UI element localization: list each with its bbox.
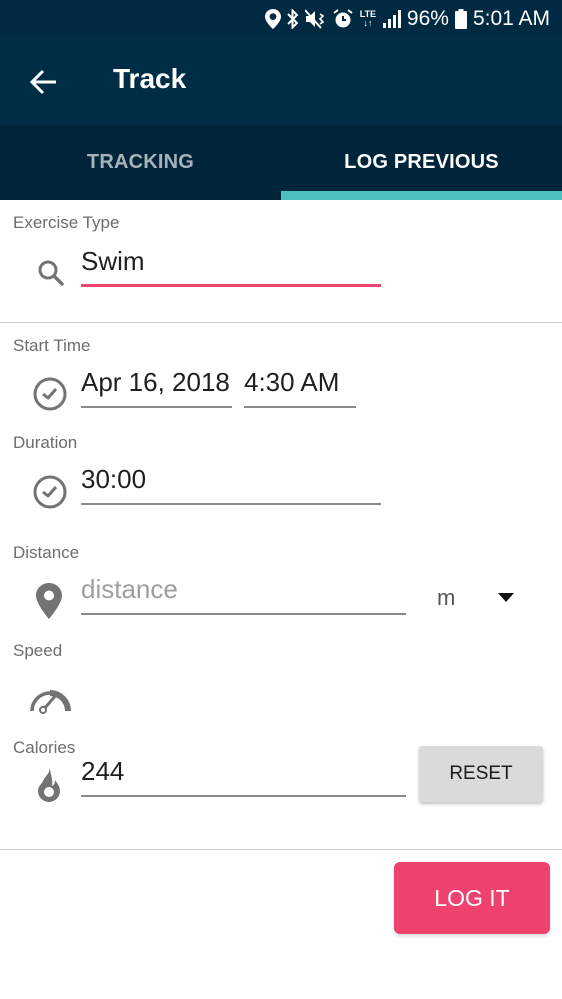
duration-value: 30:00: [81, 464, 147, 494]
input-underline: [244, 406, 356, 408]
exercise-type-value: Swim: [81, 246, 145, 276]
battery-percent: 96%: [406, 7, 449, 30]
distance-label: Distance: [13, 543, 80, 562]
clock-icon: [32, 474, 68, 515]
tab-tracking[interactable]: TRACKING: [0, 125, 281, 200]
tab-log-previous[interactable]: LOG PREVIOUS: [281, 125, 562, 200]
log-it-button[interactable]: LOG IT: [394, 862, 550, 934]
mute-vibrate-icon: [304, 9, 327, 29]
start-time-input[interactable]: 4:30 AM: [244, 366, 356, 408]
section-divider: [0, 849, 562, 850]
reset-button[interactable]: RESET: [419, 746, 543, 802]
app-bar: Track: [0, 38, 562, 125]
status-bar: LTE ↓↑ 96% 5:01 AM: [0, 0, 562, 38]
bluetooth-icon: [287, 9, 299, 29]
network-type: LTE: [359, 9, 377, 19]
flame-icon: [34, 767, 64, 808]
calories-input[interactable]: 244: [81, 755, 406, 797]
search-icon: [36, 258, 66, 293]
section-divider: [0, 322, 562, 323]
exercise-type-input[interactable]: Swim: [81, 245, 381, 287]
distance-placeholder: distance: [81, 574, 178, 604]
lte-icon: LTE ↓↑: [359, 9, 377, 28]
speed-label: Speed: [13, 641, 63, 660]
battery-icon: [454, 9, 467, 29]
clock-time: 5:01 AM: [472, 7, 550, 30]
distance-unit-select[interactable]: m: [437, 585, 455, 611]
dropdown-arrow-icon[interactable]: [498, 593, 514, 602]
start-time-label: Start Time: [13, 336, 91, 355]
alarm-icon: [333, 9, 353, 29]
arrow-left-icon: [29, 69, 56, 95]
exercise-type-label: Exercise Type: [13, 213, 120, 232]
calories-label: Calories: [13, 738, 76, 757]
distance-input[interactable]: distance: [81, 573, 406, 615]
tab-selected-indicator: [281, 191, 562, 200]
back-button[interactable]: [26, 64, 62, 100]
start-date-value: Apr 16, 2018: [81, 367, 230, 397]
page-title: Track: [113, 63, 187, 94]
speedometer-icon: [28, 683, 72, 720]
input-underline: [81, 284, 381, 287]
duration-label: Duration: [13, 433, 78, 452]
input-underline: [81, 406, 232, 408]
signal-icon: [382, 10, 401, 28]
start-date-input[interactable]: Apr 16, 2018: [81, 366, 232, 408]
input-underline: [81, 503, 381, 505]
start-time-value: 4:30 AM: [244, 367, 340, 397]
input-underline: [81, 613, 406, 615]
location-icon: [264, 9, 281, 29]
calories-value: 244: [81, 756, 125, 786]
location-pin-icon: [36, 583, 62, 624]
tab-bar: TRACKING LOG PREVIOUS: [0, 125, 562, 200]
duration-input[interactable]: 30:00: [81, 463, 381, 505]
clock-icon: [32, 376, 68, 417]
input-underline: [81, 795, 406, 797]
